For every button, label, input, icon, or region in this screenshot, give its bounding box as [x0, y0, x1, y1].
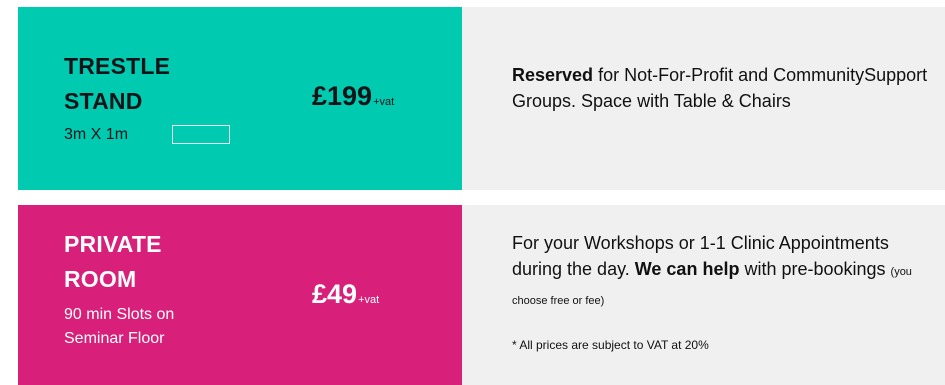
private-price: £49+vat [312, 279, 379, 310]
vat-footnote: * All prices are subject to VAT at 20% [512, 338, 709, 352]
private-room-panel: PRIVATE ROOM 90 min Slots on Seminar Flo… [18, 205, 462, 385]
trestle-description-panel: Reserved for Not-For-Profit and Communit… [462, 7, 945, 190]
private-desc-bold: We can help [634, 259, 740, 279]
private-price-vat: +vat [358, 294, 380, 306]
trestle-desc-bold: Reserved [512, 65, 594, 85]
private-description-panel: For your Workshops or 1-1 Clinic Appoint… [462, 205, 945, 385]
dimension-outline-box [172, 125, 230, 144]
private-title: PRIVATE ROOM [64, 227, 162, 297]
private-slots-line1: 90 min Slots on [64, 306, 175, 323]
private-desc-text2: with pre-bookings [739, 259, 891, 279]
trestle-price-amount: £199 [312, 81, 373, 111]
trestle-stand-panel: TRESTLE STAND 3m X 1m £199+vat [18, 7, 462, 190]
trestle-title: TRESTLE STAND [64, 49, 170, 119]
trestle-title-line1: TRESTLE [64, 53, 171, 79]
private-title-line2: ROOM [64, 266, 137, 292]
private-title-line1: PRIVATE [64, 231, 162, 257]
trestle-dimensions: 3m X 1m [64, 126, 129, 143]
private-slots-info: 90 min Slots on Seminar Floor [64, 303, 174, 351]
trestle-price: £199+vat [312, 81, 394, 112]
private-price-amount: £49 [312, 279, 358, 309]
trestle-description: Reserved for Not-For-Profit and Communit… [512, 62, 932, 114]
private-slots-line2: Seminar Floor [64, 330, 165, 347]
private-description: For your Workshops or 1-1 Clinic Appoint… [512, 230, 932, 314]
trestle-title-line2: STAND [64, 88, 143, 114]
trestle-price-vat: +vat [373, 96, 395, 108]
